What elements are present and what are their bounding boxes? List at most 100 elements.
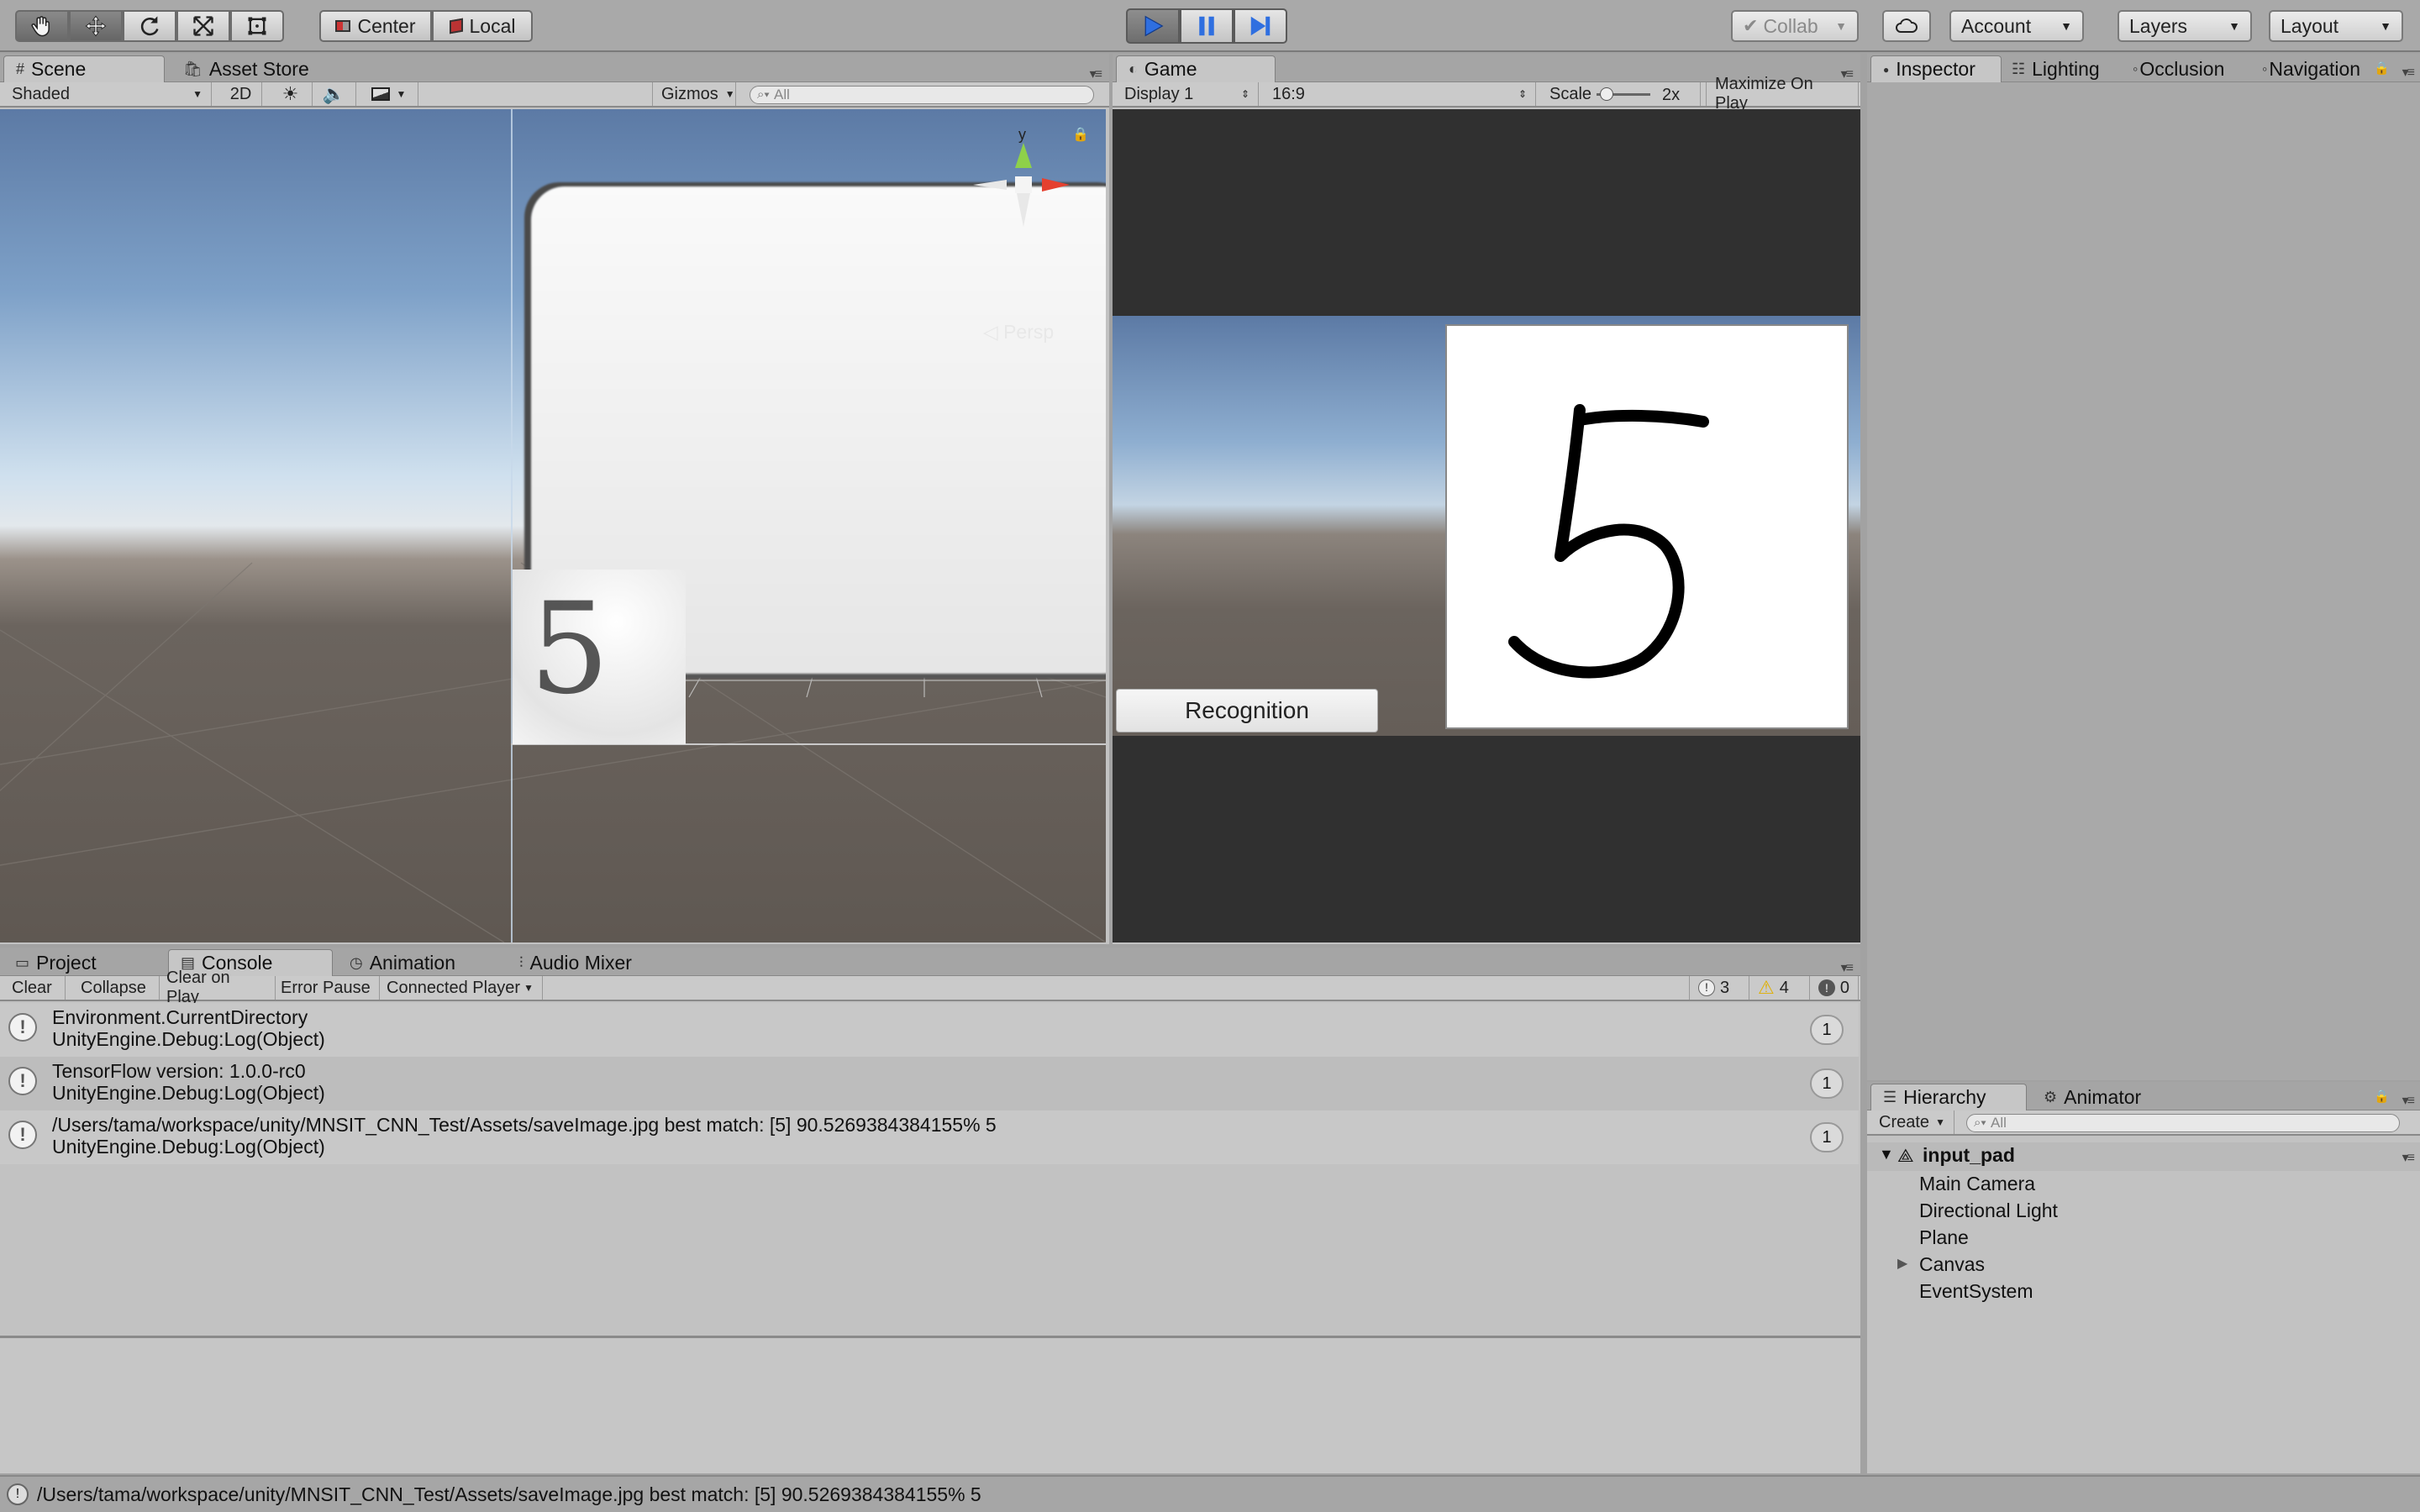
pause-button[interactable] [1180,8,1234,44]
lock-icon[interactable]: 🔒 [1072,126,1089,143]
hierarchy-item-main-camera[interactable]: Main Camera [1919,1173,2035,1195]
game-viewport[interactable]: 5 Recognition [1113,109,1860,942]
scene-lighting-toggle[interactable]: ☀ [269,82,313,106]
info-log-icon: ! [8,1013,37,1042]
status-bar[interactable]: ! /Users/tama/workspace/unity/MNSIT_CNN_… [0,1475,2420,1512]
connected-player-dropdown[interactable]: Connected Player ▼ [378,976,543,1000]
scale-slider-thumb[interactable] [1600,87,1613,101]
log-count: 1 [1822,1021,1832,1039]
panel-menu-icon[interactable]: ▾≡ [2402,1092,2415,1109]
lock-icon[interactable]: 🔒 [2374,1089,2390,1104]
account-dropdown[interactable]: Account ▼ [1949,10,2084,42]
hierarchy-item-eventsystem[interactable]: EventSystem [1919,1280,2033,1303]
log-text: /Users/tama/workspace/unity/MNSIT_CNN_Te… [52,1114,997,1158]
log-entry[interactable]: ! TensorFlow version: 1.0.0-rc0 UnityEng… [0,1057,1859,1110]
console-toolbar: Clear Collapse Clear on Play Error Pause… [0,969,1860,1006]
tab-occlusion[interactable]: ◦ Occlusion [2121,55,2264,82]
tab-animation[interactable]: ◷ Animation [338,949,511,976]
rotate-icon [140,16,159,36]
tab-project[interactable]: ▭ Project [3,949,163,976]
chevron-down-icon: ▼ [192,88,203,100]
hand-tool-button[interactable] [15,10,69,42]
maximize-on-play-toggle[interactable]: Maximize On Play [1706,75,1859,113]
tab-game[interactable]: ◐ Game [1116,55,1276,82]
move-tool-button[interactable] [69,10,123,42]
expand-arrow-icon[interactable]: ▼ [1879,1146,1894,1163]
info-icon: ● [1883,63,1890,76]
tab-lighting[interactable]: ☷ Lighting [2000,55,2126,82]
scale-tool-button[interactable] [176,10,230,42]
updown-icon: ⇕ [1240,88,1249,100]
tab-hierarchy[interactable]: ☰ Hierarchy [1870,1084,2027,1110]
rotate-tool-button[interactable] [123,10,176,42]
layout-dropdown[interactable]: Layout ▼ [2269,10,2403,42]
scale-slider[interactable]: Scale 2x [1541,82,1701,106]
panel-menu-icon[interactable]: ▾≡ [2402,64,2415,81]
panel-menu-icon[interactable]: ▾≡ [1090,66,1102,82]
log-message: Environment.CurrentDirectory [52,1006,308,1028]
play-button[interactable] [1126,8,1180,44]
hierarchy-toolbar: Create ▼ ⌕▾ All [1867,1110,2420,1136]
scale-value: 2x [1662,86,1681,104]
log-count-badge: 1 [1810,1068,1844,1099]
scene-menu-icon[interactable]: ▾≡ [2402,1149,2415,1166]
collapse-label: Collapse [81,978,146,997]
center-icon [335,20,351,32]
log-entry[interactable]: ! /Users/tama/workspace/unity/MNSIT_CNN_… [0,1110,1859,1164]
clear-button[interactable]: Clear [3,976,66,1000]
pivot-local-toggle[interactable]: Local [432,10,533,42]
step-button[interactable] [1234,8,1287,44]
tab-audio-mixer[interactable]: ⫶ Audio Mixer [508,949,692,976]
tab-animator[interactable]: ⚙ Animator [2032,1084,2183,1110]
layers-dropdown[interactable]: Layers ▼ [2118,10,2252,42]
gizmos-dropdown[interactable]: Gizmos ▼ [652,82,736,106]
hierarchy-item-label: Directional Light [1919,1200,2058,1221]
tab-inspector[interactable]: ● Inspector [1870,55,2002,82]
scene-tab-row: # Scene 🛍 Asset Store ▾≡ [0,54,1109,82]
projection-toggle[interactable]: ◁ Persp [983,321,1054,344]
recognition-button[interactable]: Recognition [1116,689,1378,732]
scene-audio-toggle[interactable]: 🔈 [313,82,356,106]
tab-asset-store[interactable]: 🛍 Asset Store [171,55,339,82]
log-detail-area[interactable] [0,1338,1860,1473]
projection-label: Persp [1003,321,1055,343]
clear-on-play-toggle[interactable]: Clear on Play [158,969,276,1006]
warning-count-toggle[interactable]: ⚠ 4 [1749,976,1810,1000]
mode-2d-toggle[interactable]: 2D [220,82,262,106]
hierarchy-item-directional-light[interactable]: Directional Light [1919,1200,2058,1222]
hierarchy-item-canvas[interactable]: Canvas [1919,1253,1985,1276]
panel-menu-icon[interactable]: ▾≡ [1841,959,1854,976]
error-count-toggle[interactable]: ! 0 [1810,976,1859,1000]
aspect-dropdown[interactable]: 16:9 ⇕ [1264,82,1536,106]
tab-scene[interactable]: # Scene [3,55,165,82]
shading-dropdown[interactable]: Shaded ▼ [3,82,212,106]
orientation-gizmo[interactable]: y [965,126,1082,244]
hierarchy-item-plane[interactable]: Plane [1919,1226,1969,1249]
info-count-toggle[interactable]: ! 3 [1689,976,1749,1000]
log-stack: UnityEngine.Debug:Log(Object) [52,1136,325,1158]
shading-label: Shaded [12,84,70,103]
scene-effects-dropdown[interactable]: ▼ [360,82,418,106]
tab-navigation-label: Navigation [2269,57,2361,80]
cloud-button[interactable] [1882,10,1931,42]
collab-dropdown[interactable]: ✔ Collab ▼ [1731,10,1859,42]
lock-icon[interactable]: 🔒 [2374,60,2390,76]
scene-viewport[interactable]: 5 y 🔒 ◁ Persp [0,109,1106,942]
create-label: Create [1879,1112,1930,1131]
collapse-arrow-icon[interactable]: ▶ [1897,1255,1907,1272]
hierarchy-search-placeholder: All [1991,1115,2007,1131]
chevron-down-icon: ▼ [2228,19,2240,33]
scene-search-input[interactable]: ⌕▾ All [750,86,1094,104]
unity-scene-icon: ⟁ [1897,1145,1914,1166]
collapse-toggle[interactable]: Collapse [72,976,160,1000]
pivot-center-toggle[interactable]: Center [319,10,432,42]
scene-root-row[interactable]: ▼ ⟁ input_pad ▾≡ [1867,1142,2420,1171]
create-dropdown[interactable]: Create ▼ [1870,1110,1954,1134]
rect-tool-button[interactable] [230,10,284,42]
drawing-pad[interactable]: 5 [1445,324,1849,729]
error-pause-toggle[interactable]: Error Pause [272,976,380,1000]
log-entry[interactable]: ! Environment.CurrentDirectory UnityEngi… [0,1003,1859,1057]
hierarchy-search-input[interactable]: ⌕▾ All [1966,1114,2400,1132]
display-dropdown[interactable]: Display 1 ⇕ [1116,82,1259,106]
pivot-center-label: Center [357,14,416,37]
